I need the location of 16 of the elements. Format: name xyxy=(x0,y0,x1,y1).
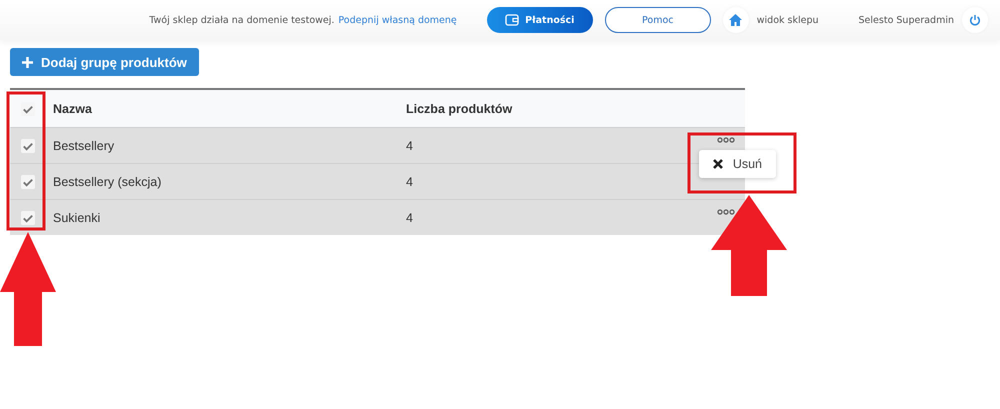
help-button[interactable]: Pomoc xyxy=(604,7,711,33)
payments-button[interactable]: Płatności xyxy=(486,7,593,33)
add-group-button[interactable]: Dodaj grupę produktów xyxy=(10,48,199,76)
table-cell: 4 xyxy=(406,174,413,188)
table-cell: Sukienki xyxy=(53,210,100,224)
column-header: Nazwa xyxy=(53,102,92,116)
delete-menu-item[interactable]: Usuń xyxy=(732,157,762,171)
table-cell: 4 xyxy=(406,210,413,224)
column-header: Liczba produktów xyxy=(406,102,512,116)
table-cell: Bestsellery (sekcja) xyxy=(53,174,162,188)
shop-view-link[interactable]: widok sklepu xyxy=(756,14,819,26)
user-name: Selesto Superadmin xyxy=(858,14,954,26)
table-cell: 4 xyxy=(406,138,413,152)
table-cell: Bestsellery xyxy=(53,138,114,152)
domain-notice: Twój sklep działa na domenie testowej. xyxy=(149,14,334,26)
connect-domain-link[interactable]: Podepnij własną domenę xyxy=(338,14,457,26)
